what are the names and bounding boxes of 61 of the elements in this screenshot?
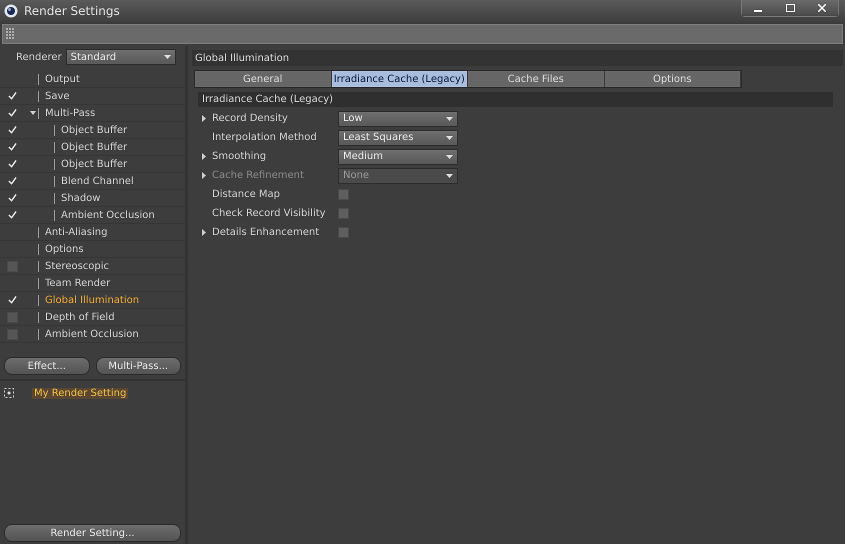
param-checkbox[interactable] [338,189,349,200]
target-icon [4,388,14,398]
tab[interactable]: Options [604,71,741,87]
tab[interactable]: Irradiance Cache (Legacy) [332,71,468,87]
tree-item[interactable]: Output [38,74,80,84]
tree-item[interactable]: Shadow [54,192,100,204]
expand-icon[interactable] [202,115,206,122]
app-logo-icon [4,4,18,18]
tree-item[interactable]: Depth of Field [38,312,115,322]
param-checkbox[interactable] [338,227,349,238]
tree-item[interactable]: Multi-Pass [38,108,96,118]
caret-icon [446,136,453,140]
checkbox[interactable] [6,328,18,340]
param-label: Interpolation Method [212,132,318,143]
renderer-label: Renderer [16,52,62,62]
tree-item[interactable]: Ambient Occlusion [38,328,139,340]
param-checkbox[interactable] [338,208,349,219]
param-dropdown[interactable]: Low [338,110,458,126]
tree-item[interactable]: Global Illumination [38,294,140,306]
caret-icon [446,116,453,120]
close-button[interactable] [806,0,838,16]
param-label: Distance Map [212,189,282,200]
group-title: Irradiance Cache (Legacy) [198,92,833,107]
maximize-icon [786,4,794,12]
tree-item[interactable]: Options [38,244,84,254]
tree-item[interactable]: Team Render [38,278,110,288]
param-label: Smoothing [212,151,268,162]
caret-icon [446,174,453,178]
tab[interactable]: Cache Files [468,71,604,87]
param-label: Check Record Visibility [212,208,327,219]
param-dropdown[interactable]: Least Squares [338,130,458,146]
grip-icon[interactable] [6,28,15,40]
expand-icon[interactable] [202,153,206,160]
close-icon [818,4,826,12]
tree-item[interactable]: Stereoscopic [38,260,110,272]
render-setting-button[interactable]: Render Setting... [4,524,181,542]
tree-item[interactable]: Anti-Aliasing [38,226,108,238]
param-dropdown[interactable]: Medium [338,148,458,164]
tree-item[interactable]: Blend Channel [54,176,134,186]
add-button[interactable]: Effect... [4,357,90,375]
section-title: Global Illumination [192,50,843,66]
tree-item[interactable]: Save [38,90,70,102]
window-title: Render Settings [24,4,121,18]
expand-icon[interactable] [30,110,36,116]
caret-icon [164,55,171,59]
param-label: Cache Refinement [212,170,305,181]
checkbox[interactable] [6,260,18,272]
caret-icon [446,154,453,158]
checkbox[interactable] [6,312,18,322]
tree-item[interactable]: Object Buffer [54,142,128,152]
tree-item[interactable]: Ambient Occlusion [54,210,155,220]
expand-icon[interactable] [202,229,206,236]
tree-item[interactable]: Object Buffer [54,124,128,136]
param-label: Record Density [212,113,289,124]
param-label: Details Enhancement [212,227,320,238]
tab[interactable]: General [195,71,332,87]
minimize-button[interactable] [742,0,774,16]
renderer-dropdown[interactable]: Standard [66,49,176,65]
add-button[interactable]: Multi-Pass... [96,357,181,375]
preset-item[interactable]: My Render Setting [32,388,128,398]
tree-item[interactable]: Object Buffer [54,158,128,170]
